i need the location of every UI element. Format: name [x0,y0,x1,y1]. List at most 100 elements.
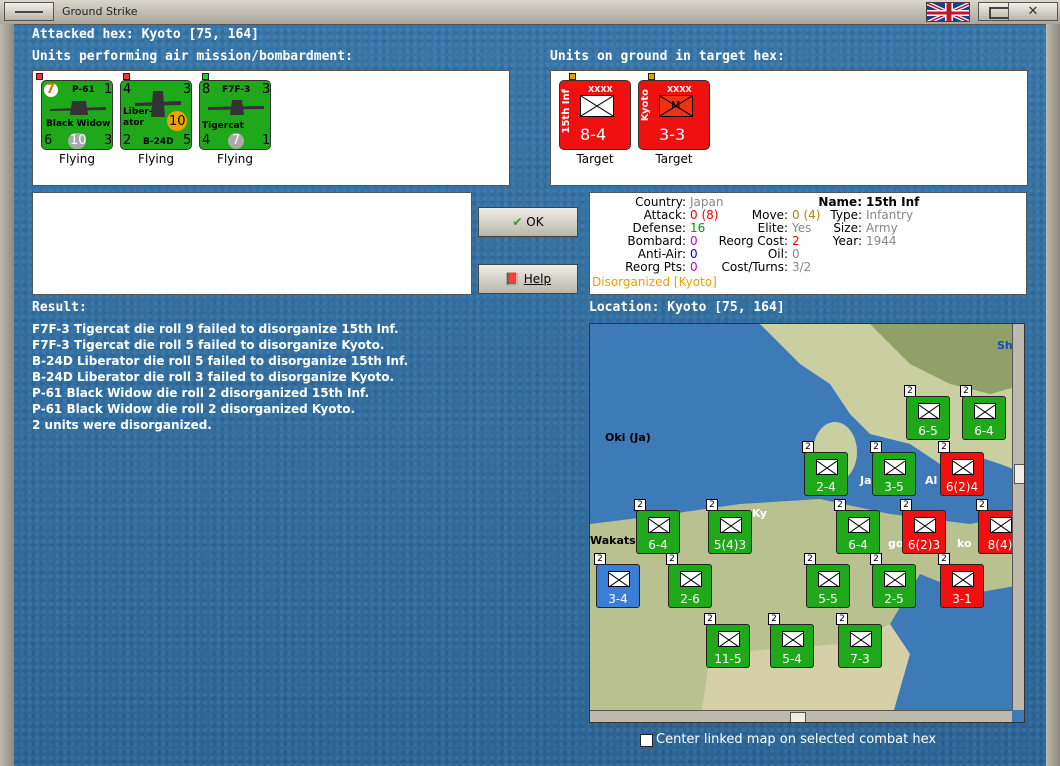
unit-strength: 3-4 [608,592,628,606]
unit-top-right: 3 [183,82,192,97]
map-unit-counter[interactable]: 3-5 [872,452,916,496]
horizontal-scroll-thumb[interactable] [790,712,806,722]
unit-top-right: 1 [104,82,113,97]
vertical-scrollbar[interactable] [1012,324,1024,710]
help-label: Help [523,272,552,286]
air-units-heading: Units performing air mission/bombardment… [32,49,353,64]
unit-status-text: Disorganized [Kyoto] [592,275,717,289]
map-unit-counter[interactable]: 11-5 [706,624,750,668]
minimize-button[interactable] [4,2,54,21]
year-label: Year: [832,234,862,248]
map-label: Oki (Ja) [605,431,651,444]
map-unit-counter[interactable]: 6-5 [906,396,950,440]
map-unit-counter[interactable]: 6-4 [962,396,1006,440]
air-units-panel: 7 P-61 1 Black Widow 6 10 3 Flying 4 3 L… [32,70,510,186]
unit-bottom-left: 6 [44,133,53,148]
map-unit-counter[interactable]: 6-4 [636,510,680,554]
unit-name: 15th Inf [561,89,572,134]
unit-bottom-left: 2 [123,133,132,148]
unit-strength: 3-3 [659,125,686,144]
result-line: F7F-3 Tigercat die roll 9 failed to diso… [32,322,399,336]
unit-symbol-icon [718,631,740,648]
unit-symbol: M [671,99,681,112]
map-unit-counter[interactable]: 6(2)4 [940,452,984,496]
map-label: ko [957,537,972,550]
ground-unit-kyoto[interactable]: Kyoto XXXX M 3-3 [638,80,710,150]
map-unit-counter[interactable]: 6(2)3 [902,510,946,554]
unit-symbol-icon [850,631,872,648]
unit-designation: B-24D [143,137,174,147]
unit-strength: 2-4 [816,480,836,494]
center-map-checkbox[interactable] [640,734,653,747]
map-unit-counter[interactable]: 3-1 [940,564,984,608]
unit-status: Target [576,152,614,166]
unit-subtitle: Black Widow [46,119,111,129]
map-unit-counter[interactable]: 7-3 [838,624,882,668]
horizontal-scrollbar[interactable] [590,710,1012,722]
unit-strength: 5(4)3 [713,538,747,552]
map-unit-counter[interactable]: 2-4 [804,452,848,496]
reorg-value: 0 [690,260,698,274]
ground-units-heading: Units on ground in target hex: [550,49,785,64]
air-unit-f7f3[interactable]: 8 F7F-3 3 Tigercat 4 7 1 [199,80,271,150]
unit-symbol-icon [848,517,870,534]
infantry-icon [580,95,614,117]
unit-strength: 2-5 [884,592,904,606]
unit-center-value: 7 [232,133,241,148]
unit-symbol-icon [990,517,1012,534]
map-label: Wakats [590,534,636,547]
result-log: F7F-3 Tigercat die roll 9 failed to diso… [32,321,572,433]
unit-symbol-icon [720,517,742,534]
unit-symbol-icon [952,571,974,588]
map-unit-counter[interactable]: 5-4 [770,624,814,668]
map-unit-counter[interactable]: 5(4)3 [708,510,752,554]
check-icon: ✔ [512,215,523,229]
unit-top-right: 3 [262,82,271,97]
unit-symbol-icon [816,459,838,476]
map-unit-counter[interactable]: 5-5 [806,564,850,608]
help-button[interactable]: 📕 Help [478,264,578,294]
unit-status: Flying [138,152,174,166]
unit-strength: 3-1 [952,592,972,606]
unit-name: F7F-3 [222,85,251,95]
unit-center-value: 10 [169,114,186,129]
unit-bottom-right: 3 [104,133,113,148]
result-line: P-61 Black Widow die roll 2 disorganized… [32,402,356,416]
map-label: Sh [997,339,1013,352]
ok-button[interactable]: ✔ OK [478,207,578,237]
unit-strength: 6-5 [918,424,938,438]
unit-led [202,73,209,80]
unit-strength: 6(2)3 [907,538,941,552]
unit-symbol-icon [952,459,974,476]
unit-strength: 3-5 [884,480,904,494]
map-unit-counter[interactable]: 3-4 [596,564,640,608]
map-label: Ja [860,474,872,487]
close-button[interactable]: ✕ [1008,2,1058,21]
reorg-label: Reorg Pts: [625,260,686,274]
unit-subtitle: Tigercat [202,121,244,131]
unit-symbol-icon [884,459,906,476]
air-unit-p61[interactable]: 7 P-61 1 Black Widow 6 10 3 [41,80,113,150]
title-bar: Ground Strike ✕ [0,0,1060,25]
map-unit-counter[interactable]: 2-6 [668,564,712,608]
map-unit-counter[interactable]: 6-4 [836,510,880,554]
map-label: Al [925,474,938,487]
unit-symbol-icon [608,571,630,588]
ground-units-panel: 15th Inf XXXX 8-4 Target Kyoto XXXX M 3-… [550,70,1028,186]
unit-strength: 5-4 [782,652,802,666]
hex-map[interactable]: Oki (Ja) Wakats Ja Al Ky go ko Sh 2 6-5 2 6… [589,323,1025,723]
unit-symbol-icon [914,517,936,534]
ground-unit-15th-inf[interactable]: 15th Inf XXXX 8-4 [559,80,631,150]
unit-strength: 6-4 [974,424,994,438]
result-line: P-61 Black Widow die roll 2 disorganized… [32,386,370,400]
unit-subtitle: ator [123,118,144,128]
unit-led [569,73,576,80]
result-line: F7F-3 Tigercat die roll 5 failed to diso… [32,338,385,352]
vertical-scroll-thumb[interactable] [1014,464,1024,484]
map-unit-counter[interactable]: 2-5 [872,564,916,608]
air-unit-b24d[interactable]: 4 3 Liber- ator 10 2 B-24D 5 [120,80,192,150]
left-frame [0,24,14,766]
militia-icon: M [659,95,693,117]
unit-info-panel: Country: Japan Attack: 0 (8) Defense: 16… [589,192,1027,295]
unit-led [36,73,43,80]
